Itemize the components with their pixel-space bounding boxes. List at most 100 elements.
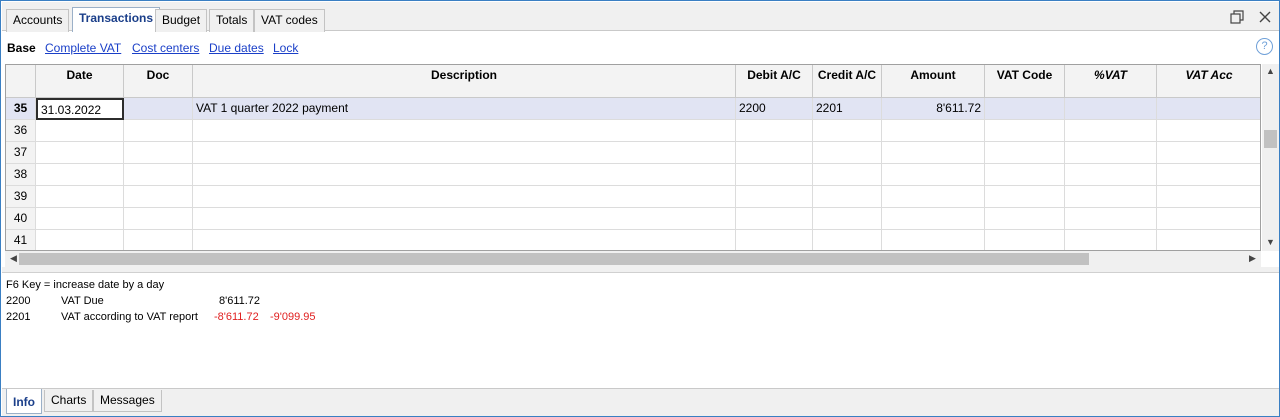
- row-number[interactable]: 38: [6, 164, 36, 186]
- vertical-scrollbar[interactable]: ▲ ▼: [1262, 64, 1279, 251]
- table-cell[interactable]: [1157, 164, 1260, 186]
- table-cell[interactable]: [1065, 208, 1157, 230]
- view-lock[interactable]: Lock: [273, 41, 298, 55]
- header-vat-percent[interactable]: %VAT: [1065, 65, 1157, 98]
- help-icon[interactable]: ?: [1256, 38, 1273, 55]
- table-cell[interactable]: [813, 164, 882, 186]
- table-cell[interactable]: [36, 186, 124, 208]
- table-cell[interactable]: [736, 164, 813, 186]
- row-number[interactable]: 37: [6, 142, 36, 164]
- view-complete-vat[interactable]: Complete VAT: [45, 41, 121, 55]
- amount-cell[interactable]: 8'611.72: [882, 98, 985, 120]
- table-cell[interactable]: [1157, 186, 1260, 208]
- table-cell[interactable]: [985, 230, 1065, 250]
- header-debit[interactable]: Debit A/C: [736, 65, 813, 98]
- doc-cell[interactable]: [124, 98, 193, 120]
- table-cell[interactable]: [813, 120, 882, 142]
- table-cell[interactable]: [1157, 230, 1260, 250]
- description-cell[interactable]: VAT 1 quarter 2022 payment: [193, 98, 736, 120]
- table-cell[interactable]: [1065, 230, 1157, 250]
- table-cell[interactable]: [1065, 142, 1157, 164]
- pane-splitter[interactable]: [2, 267, 1279, 273]
- table-cell[interactable]: [36, 142, 124, 164]
- tab-totals[interactable]: Totals: [209, 9, 255, 32]
- table-cell[interactable]: [1065, 120, 1157, 142]
- view-base[interactable]: Base: [7, 41, 36, 55]
- debit-cell[interactable]: 2200: [736, 98, 813, 120]
- table-cell[interactable]: [882, 120, 985, 142]
- header-amount[interactable]: Amount: [882, 65, 985, 98]
- table-cell[interactable]: [36, 120, 124, 142]
- table-cell[interactable]: [736, 120, 813, 142]
- table-cell[interactable]: [193, 186, 736, 208]
- row-number[interactable]: 35: [6, 98, 36, 120]
- table-cell[interactable]: [985, 164, 1065, 186]
- tab-messages[interactable]: Messages: [93, 390, 162, 412]
- row-number[interactable]: 39: [6, 186, 36, 208]
- scroll-down-icon[interactable]: ▼: [1262, 237, 1279, 247]
- tab-transactions[interactable]: Transactions: [72, 7, 161, 32]
- table-cell[interactable]: [193, 230, 736, 250]
- table-cell[interactable]: [1157, 120, 1260, 142]
- close-icon[interactable]: [1257, 9, 1273, 25]
- table-cell[interactable]: [124, 142, 193, 164]
- table-cell[interactable]: [1065, 164, 1157, 186]
- table-cell[interactable]: [813, 208, 882, 230]
- scroll-up-icon[interactable]: ▲: [1262, 66, 1279, 76]
- table-cell[interactable]: [985, 186, 1065, 208]
- table-cell[interactable]: [36, 164, 124, 186]
- table-cell[interactable]: [124, 230, 193, 250]
- header-vat-account[interactable]: VAT Acc: [1157, 65, 1260, 98]
- table-cell[interactable]: [736, 208, 813, 230]
- table-cell[interactable]: [193, 142, 736, 164]
- table-cell[interactable]: [882, 208, 985, 230]
- vat-percent-cell[interactable]: [1065, 98, 1157, 120]
- restore-window-icon[interactable]: [1229, 9, 1245, 25]
- vertical-scroll-thumb[interactable]: [1264, 130, 1277, 148]
- table-cell[interactable]: [1157, 208, 1260, 230]
- table-cell[interactable]: [736, 186, 813, 208]
- horizontal-scroll-thumb[interactable]: [19, 253, 1089, 265]
- table-cell[interactable]: [985, 142, 1065, 164]
- table-cell[interactable]: [1157, 142, 1260, 164]
- table-cell[interactable]: [124, 164, 193, 186]
- credit-cell[interactable]: 2201: [813, 98, 882, 120]
- table-cell[interactable]: [736, 142, 813, 164]
- table-cell[interactable]: [813, 186, 882, 208]
- table-cell[interactable]: [193, 120, 736, 142]
- date-cell[interactable]: 31.03.2022: [36, 98, 124, 120]
- tab-charts[interactable]: Charts: [44, 390, 94, 412]
- view-due-dates[interactable]: Due dates: [209, 41, 264, 55]
- tab-budget[interactable]: Budget: [155, 9, 208, 32]
- table-cell[interactable]: [36, 230, 124, 250]
- table-cell[interactable]: [736, 230, 813, 250]
- tab-info[interactable]: Info: [6, 389, 42, 414]
- table-cell[interactable]: [985, 208, 1065, 230]
- table-cell[interactable]: [882, 186, 985, 208]
- table-cell[interactable]: [882, 164, 985, 186]
- table-cell[interactable]: [882, 230, 985, 250]
- scroll-right-icon[interactable]: ▶: [1244, 253, 1261, 264]
- vat-code-cell[interactable]: [985, 98, 1065, 120]
- row-number[interactable]: 36: [6, 120, 36, 142]
- table-cell[interactable]: [193, 164, 736, 186]
- table-cell[interactable]: [124, 208, 193, 230]
- view-cost-centers[interactable]: Cost centers: [132, 41, 199, 55]
- tab-vat-codes[interactable]: VAT codes: [254, 9, 325, 32]
- table-cell[interactable]: [193, 208, 736, 230]
- header-credit[interactable]: Credit A/C: [813, 65, 882, 98]
- horizontal-scrollbar[interactable]: ◀ ▶: [5, 251, 1261, 267]
- table-cell[interactable]: [813, 230, 882, 250]
- table-cell[interactable]: [36, 208, 124, 230]
- vat-account-cell[interactable]: [1157, 98, 1260, 120]
- header-doc[interactable]: Doc: [124, 65, 193, 98]
- table-cell[interactable]: [124, 120, 193, 142]
- header-vat-code[interactable]: VAT Code: [985, 65, 1065, 98]
- table-cell[interactable]: [1065, 186, 1157, 208]
- table-cell[interactable]: [124, 186, 193, 208]
- table-cell[interactable]: [882, 142, 985, 164]
- table-cell[interactable]: [985, 120, 1065, 142]
- table-cell[interactable]: [813, 142, 882, 164]
- tab-accounts[interactable]: Accounts: [6, 9, 70, 32]
- row-number[interactable]: 40: [6, 208, 36, 230]
